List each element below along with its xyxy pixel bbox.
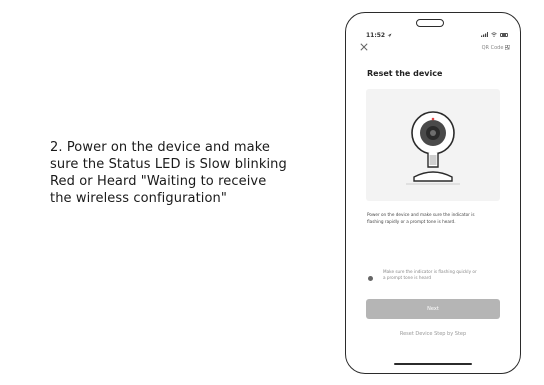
reset-step-by-step-link[interactable]: Reset Device Step by Step [346,331,520,337]
battery-icon [500,32,508,37]
instruction-line-2: sure the Status LED is Slow blinking [50,157,287,172]
status-icons [481,32,508,37]
status-time-text: 11:52 [366,32,386,39]
camera-icon [406,111,460,185]
page: 2. Power on the device and make sure the… [0,0,544,385]
radio-dot-icon[interactable] [368,276,373,281]
qr-code-label: QR Code [481,45,504,51]
camera-illustration [366,89,500,201]
instruction-text: 2. Power on the device and make sure the… [50,139,315,207]
qr-code-icon [505,45,510,50]
phone-mockup: 11:52 QR Code Reset the device Power on … [345,12,521,374]
instruction-line-3: Red or Heard "Waiting to receive [50,174,267,189]
qr-code-button[interactable]: QR Code [482,45,510,51]
confirm-checkbox[interactable]: Make sure the indicator is flashing quic… [368,269,508,281]
instruction-line-4: the wireless configuration" [50,191,227,206]
location-arrow-icon [387,33,392,38]
home-indicator [394,363,472,365]
confirm-line-2: a prompt tone is heard [383,275,432,280]
status-time: 11:52 [366,32,392,39]
phone-notch [416,19,444,27]
wifi-icon [491,32,497,37]
description-text: Power on the device and make sure the in… [367,211,503,225]
next-button[interactable]: Next [366,299,500,319]
confirm-text: Make sure the indicator is flashing quic… [383,269,477,281]
instruction-line-1: 2. Power on the device and make [50,140,270,155]
signal-icon [481,32,488,37]
description-line-1: Power on the device and make sure the in… [367,212,475,217]
close-icon[interactable] [360,43,368,54]
description-line-2: flashing rapidly or a prompt tone is hea… [367,219,456,224]
screen-title: Reset the device [367,69,443,78]
